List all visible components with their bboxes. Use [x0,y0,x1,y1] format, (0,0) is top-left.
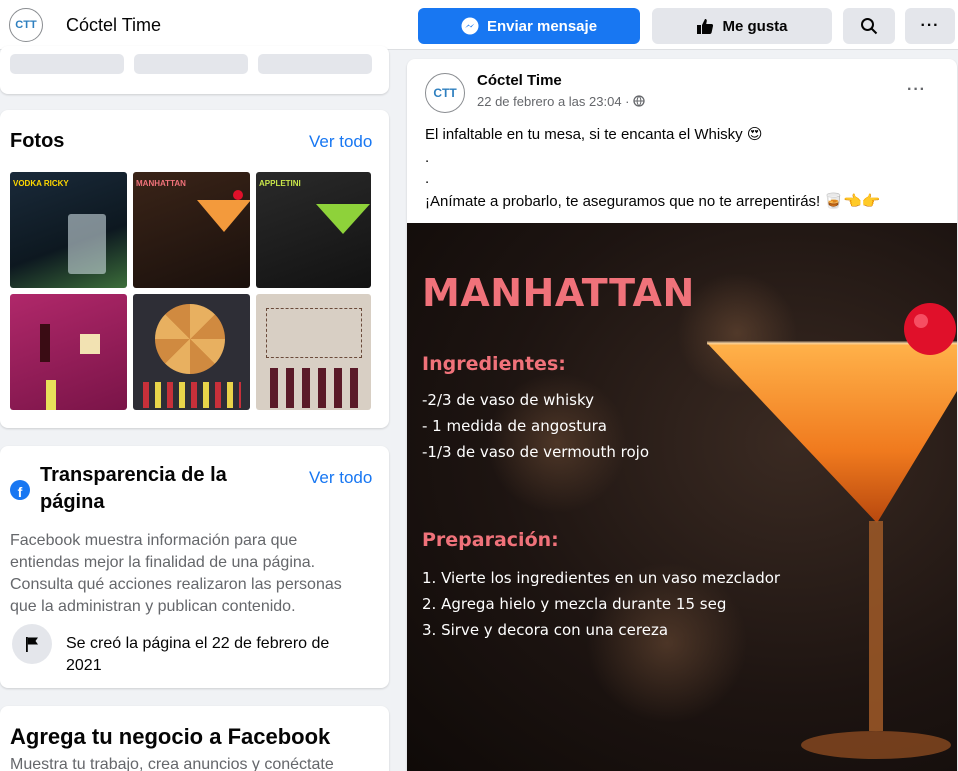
page-tabs-card [0,46,389,94]
send-message-button[interactable]: Enviar mensaje [418,8,640,44]
ingredient-item: - 1 medida de angostura [422,417,607,435]
transparency-see-all-link[interactable]: Ver todo [309,468,372,488]
preparation-step: 3. Sirve y decora con una cereza [422,621,669,639]
thumb-label: VODKA RICKY [13,179,69,188]
post-date-text: 22 de febrero a las 23:04 · [477,94,630,109]
post-image-manhattan[interactable]: MANHATTAN Ingredientes: -2/3 de vaso de … [407,223,957,771]
business-title: Agrega tu negocio a Facebook [10,724,331,749]
search-icon [861,18,878,35]
post-card: CTT Cóctel Time 22 de febrero a las 23:0… [407,59,957,771]
recipe-title: MANHATTAN [422,271,695,315]
photos-card: Fotos Ver todo VODKA RICKY MANHATTAN APP… [0,110,389,428]
photo-thumb-appletini[interactable]: APPLETINI [256,172,371,288]
thumb-label: MANHATTAN [136,179,186,188]
photo-thumb-manhattan[interactable]: MANHATTAN [133,172,250,288]
photos-see-all-link[interactable]: Ver todo [309,132,372,152]
post-timestamp[interactable]: 22 de febrero a las 23:04 · [477,94,645,109]
globe-icon [633,95,645,107]
facebook-icon: f [10,480,30,500]
business-card: Agrega tu negocio a Facebook Muestra tu … [0,706,389,771]
ingredient-item: -2/3 de vaso de whisky [422,391,594,409]
tab-button-2[interactable] [134,54,248,74]
transparency-card: f Transparencia de la página Ver todo Fa… [0,446,389,688]
messenger-icon [461,17,479,35]
cherry-shape [233,190,243,200]
post-text-line: ¡Anímate a probarlo, te aseguramos que n… [425,193,881,210]
cocktail-shape [316,204,370,234]
like-label: Me gusta [722,17,788,35]
send-message-label: Enviar mensaje [486,17,598,35]
like-page-button[interactable]: Me gusta [652,8,832,44]
post-author-name[interactable]: Cóctel Time [477,72,562,89]
search-button[interactable] [843,8,895,44]
photo-thumb-pizza-wine[interactable] [133,294,250,410]
cheese-shape [80,334,100,354]
cocktail-shape [197,200,250,232]
photo-thumb-vodka-ricky[interactable]: VODKA RICKY [10,172,127,288]
post-text-dot: . [425,149,430,166]
photo-thumb-wine-pairing[interactable] [256,294,371,410]
page-title[interactable]: Cóctel Time [66,15,161,36]
tab-button-3[interactable] [258,54,372,74]
more-options-button[interactable]: ··· [905,8,955,44]
preparation-heading: Preparación: [422,529,559,551]
bottle-shape [46,380,56,410]
preparation-step: 2. Agrega hielo y mezcla durante 15 seg [422,595,727,613]
ingredient-item: -1/3 de vaso de vermouth rojo [422,443,650,461]
bottles-row-shape [270,368,362,408]
transparency-title: Transparencia de la página [40,464,227,513]
page-avatar[interactable]: CTT [9,8,43,42]
post-text-line: El infaltable en tu mesa, si te encanta … [425,126,763,143]
post-author-avatar[interactable]: CTT [425,73,465,113]
photo-thumb-wine-cheese[interactable] [10,294,127,410]
photos-title: Fotos [10,130,65,152]
thumb-label: APPLETINI [259,179,301,188]
bottles-row-shape [143,382,241,408]
diagram-shape [266,308,362,358]
pizza-shape [155,304,225,374]
post-options-button[interactable]: ··· [907,81,926,99]
post-text-dot: . [425,170,430,187]
flag-icon [12,624,52,664]
thumbs-up-icon [697,19,714,34]
ingredients-heading: Ingredientes: [422,353,566,375]
page-created-text: Se creó la página el 22 de febrero de 20… [66,635,330,674]
glass-shape [68,214,106,274]
transparency-description: Facebook muestra información para que en… [10,532,342,615]
preparation-step: 1. Vierte los ingredientes en un vaso me… [422,569,781,587]
business-description: Muestra tu trabajo, crea anuncios y coné… [10,756,334,771]
page-header-bar: CTT Cóctel Time Enviar mensaje Me gusta … [0,0,958,50]
bottle-shape [40,324,50,362]
tab-button-1[interactable] [10,54,124,74]
